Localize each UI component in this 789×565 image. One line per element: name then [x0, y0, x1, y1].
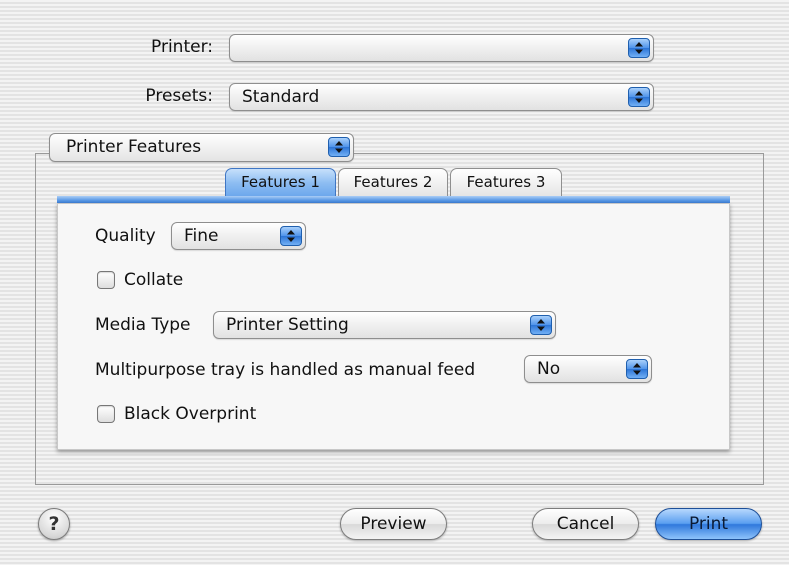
printer-popup[interactable] [229, 34, 654, 62]
tab-features-1[interactable]: Features 1 [225, 168, 336, 197]
black-overprint-label: Black Overprint [124, 404, 257, 424]
multipurpose-popup[interactable]: No [524, 355, 652, 383]
section-popup-value: Printer Features [66, 137, 202, 157]
popup-arrows-icon [530, 315, 552, 335]
presets-popup[interactable]: Standard [229, 83, 654, 111]
printer-label: Printer: [151, 37, 213, 57]
popup-arrows-icon [328, 137, 350, 157]
black-overprint-checkbox[interactable] [97, 405, 115, 423]
tab-features-2[interactable]: Features 2 [338, 168, 448, 197]
quality-label: Quality [95, 226, 156, 246]
tab-strip [57, 196, 730, 203]
media-type-label: Media Type [95, 315, 191, 335]
presets-value: Standard [242, 87, 320, 107]
collate-checkbox[interactable] [97, 271, 115, 289]
cancel-button[interactable]: Cancel [532, 508, 639, 540]
quality-value: Fine [184, 226, 219, 246]
popup-arrows-icon [280, 226, 302, 246]
media-type-value: Printer Setting [226, 315, 349, 335]
section-popup[interactable]: Printer Features [49, 133, 354, 162]
presets-label: Presets: [145, 86, 213, 106]
multipurpose-value: No [537, 359, 561, 379]
media-type-popup[interactable]: Printer Setting [213, 311, 556, 339]
print-button[interactable]: Print [655, 508, 762, 540]
popup-arrows-icon [628, 87, 650, 107]
tab-features-3[interactable]: Features 3 [450, 168, 562, 197]
popup-arrows-icon [626, 359, 648, 379]
collate-label: Collate [124, 270, 184, 290]
quality-popup[interactable]: Fine [171, 222, 306, 250]
multipurpose-label: Multipurpose tray is handled as manual f… [95, 360, 476, 380]
preview-button[interactable]: Preview [340, 508, 447, 540]
help-button[interactable]: ? [38, 508, 70, 540]
popup-arrows-icon [628, 38, 650, 58]
